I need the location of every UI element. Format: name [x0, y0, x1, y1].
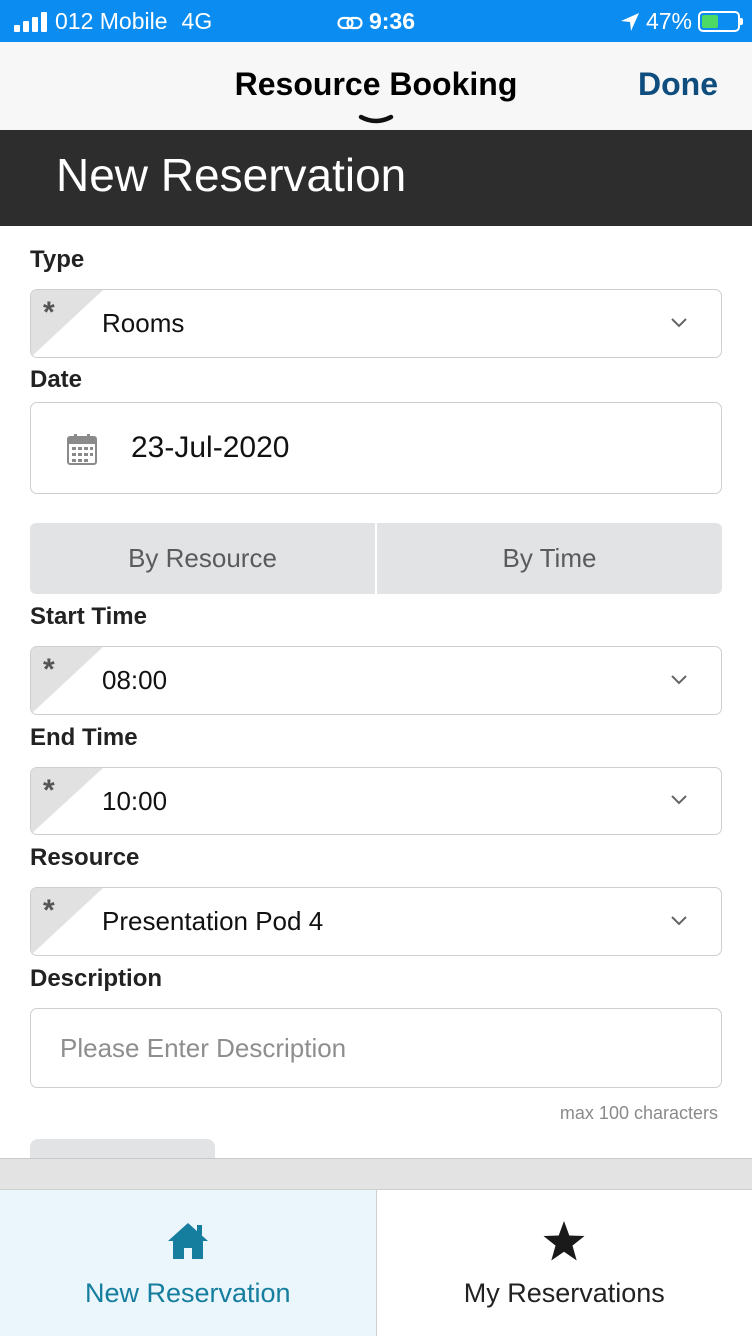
home-icon	[167, 1223, 208, 1259]
scroll-divider	[0, 1158, 752, 1190]
start-time-value: 08:00	[102, 665, 168, 695]
status-right: 47%	[620, 8, 743, 35]
by-resource-button[interactable]: By Resource	[30, 523, 375, 594]
description-input[interactable]: Please Enter Description	[30, 1008, 722, 1088]
type-select[interactable]: * Rooms	[30, 289, 722, 358]
required-marker: *	[43, 296, 55, 329]
star-icon	[543, 1221, 585, 1261]
required-corner	[31, 888, 103, 955]
link-icon	[337, 16, 363, 30]
by-time-button[interactable]: By Time	[375, 523, 722, 594]
resource-select[interactable]: * Presentation Pod 4	[30, 887, 722, 956]
clock-text: 9:36	[368, 8, 416, 34]
type-value: Rooms	[102, 308, 185, 338]
date-field[interactable]: 23-Jul-2020	[30, 402, 722, 494]
required-marker: *	[43, 653, 55, 686]
mode-toggle: By Resource By Time	[30, 523, 722, 594]
required-marker: *	[43, 894, 55, 927]
required-marker: *	[43, 774, 55, 807]
status-bar: 012 Mobile 4G 9:36 47%	[0, 0, 752, 42]
end-time-select[interactable]: * 10:00	[30, 767, 722, 835]
required-corner	[31, 768, 103, 834]
chevron-down-icon	[671, 317, 687, 327]
required-corner	[31, 290, 103, 357]
calendar-icon	[67, 434, 97, 465]
page-title: New Reservation	[56, 149, 407, 201]
sheet-handle-icon[interactable]	[358, 114, 394, 126]
tab-new-reservation[interactable]: New Reservation	[0, 1190, 376, 1336]
description-label: Description	[30, 965, 163, 992]
page-header: New Reservation	[0, 130, 752, 226]
start-time-label: Start Time	[30, 603, 147, 630]
resource-label: Resource	[30, 844, 140, 871]
battery-percent: 47%	[645, 8, 692, 34]
battery-level	[702, 15, 718, 28]
chevron-down-icon	[671, 674, 687, 684]
chevron-down-icon	[671, 915, 687, 925]
navigation-bar: Resource Booking Done	[0, 42, 752, 130]
tab-label: My Reservations	[463, 1278, 665, 1308]
tab-label: New Reservation	[84, 1278, 291, 1308]
date-label: Date	[30, 366, 83, 393]
tab-my-reservations[interactable]: My Reservations	[375, 1190, 752, 1336]
type-label: Type	[30, 246, 85, 273]
battery-icon	[698, 11, 743, 32]
tab-bar: New Reservation My Reservations	[0, 1189, 752, 1336]
end-time-label: End Time	[30, 724, 138, 751]
chevron-down-icon	[671, 795, 687, 805]
description-hint: max 100 characters	[559, 1103, 718, 1123]
resource-value: Presentation Pod 4	[102, 906, 324, 936]
date-value: 23-Jul-2020	[131, 431, 290, 464]
description-placeholder: Please Enter Description	[60, 1032, 347, 1063]
done-button[interactable]: Done	[638, 66, 718, 103]
required-corner	[31, 647, 103, 714]
start-time-select[interactable]: * 08:00	[30, 646, 722, 715]
location-arrow-icon	[620, 12, 639, 31]
end-time-value: 10:00	[102, 785, 168, 816]
